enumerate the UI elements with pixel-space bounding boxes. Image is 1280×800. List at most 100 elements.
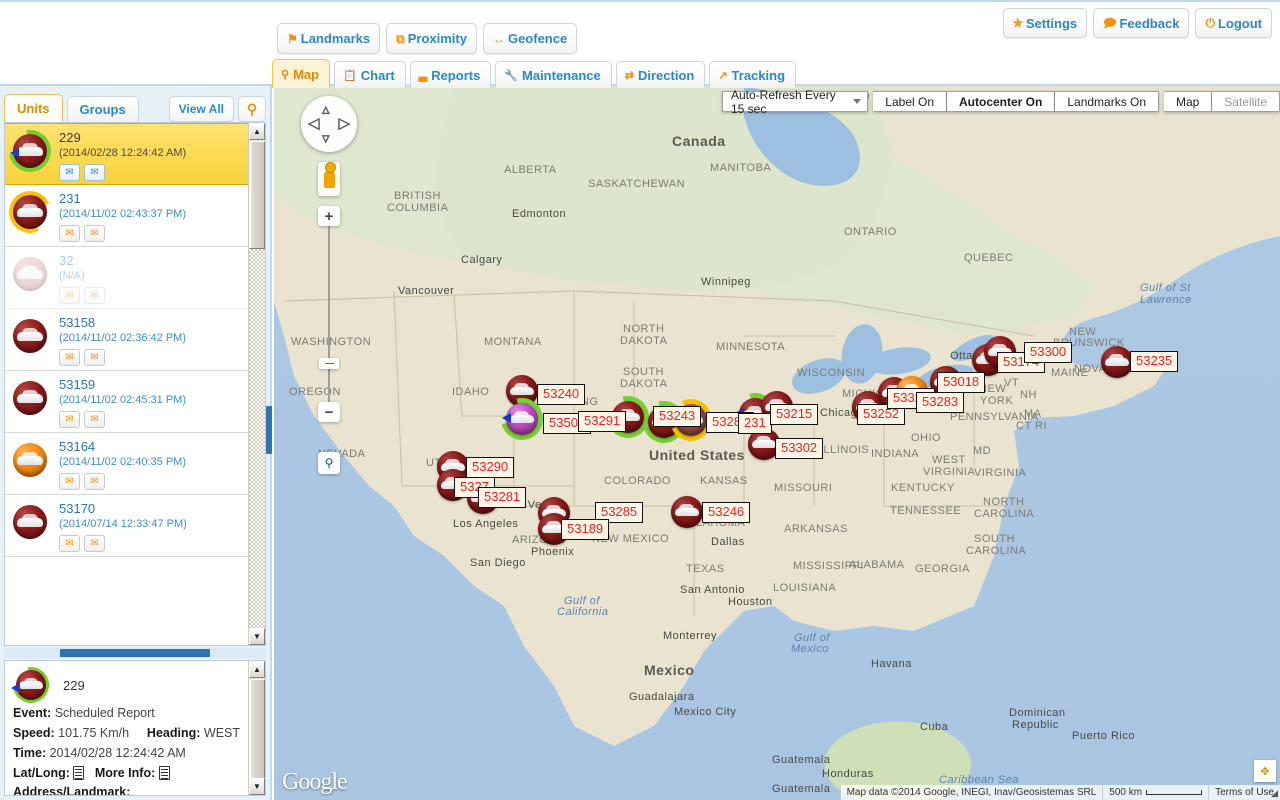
proximity-button[interactable]: ⧉ Proximity xyxy=(386,23,477,54)
detail-address-label: Address/Landmark: xyxy=(13,785,130,796)
unit-name: 32 xyxy=(59,251,242,269)
scroll-thumb[interactable] xyxy=(249,141,265,249)
unit-list-item[interactable]: 231(2014/11/02 02:43:37 PM)✉✉ xyxy=(5,185,248,247)
feedback-button[interactable]: 🗩 Feedback xyxy=(1093,8,1189,38)
scroll-down-arrow-icon[interactable]: ▼ xyxy=(249,628,265,645)
map-unit-marker-label[interactable]: 53189 xyxy=(561,519,609,540)
pan-down-icon[interactable]: ▿ xyxy=(322,131,330,146)
unit-message-button[interactable]: ✉ xyxy=(84,349,105,366)
unit-message-button[interactable]: ✉ xyxy=(84,411,105,428)
map-unit-marker-label[interactable]: 53290 xyxy=(466,457,514,478)
detail-scroll-up-arrow-icon[interactable]: ▲ xyxy=(249,661,265,678)
map-scale: 500 km xyxy=(1102,785,1208,800)
more-info-note-icon[interactable] xyxy=(159,766,170,780)
pan-up-icon[interactable]: ▵ xyxy=(322,102,330,117)
unit-locate-button[interactable]: ✉ xyxy=(59,225,80,242)
zoom-in-button[interactable]: + xyxy=(318,206,340,226)
detail-scroll-down-arrow-icon[interactable]: ▼ xyxy=(249,778,265,795)
zoom-out-button[interactable]: − xyxy=(318,402,340,422)
unit-list-item[interactable]: 53158(2014/11/02 02:36:42 PM)✉✉ xyxy=(5,309,248,371)
geofence-button[interactable]: ↔ Geofence xyxy=(483,23,577,54)
zoom-slider-handle[interactable] xyxy=(319,358,339,369)
street-view-pegman-icon[interactable] xyxy=(318,162,340,196)
map-unit-marker-label[interactable]: 53235 xyxy=(1130,351,1178,372)
map-unit-marker-label[interactable]: 53240 xyxy=(537,384,585,405)
latlong-note-icon[interactable] xyxy=(73,766,84,780)
unit-list[interactable]: 229(2014/02/28 12:24:42 AM)✉✉231(2014/11… xyxy=(5,123,248,645)
horizontal-splitter-grip[interactable] xyxy=(60,649,210,657)
map-unit-marker-label[interactable]: 53243 xyxy=(653,406,701,427)
unit-locate-button[interactable]: ✉ xyxy=(59,411,80,428)
auto-refresh-select[interactable]: Auto-Refresh Every 15 sec xyxy=(722,91,868,112)
tab-direction[interactable]: ⇄ Direction xyxy=(616,61,706,88)
map-type-map-button[interactable]: Map xyxy=(1164,91,1212,112)
sidebar-tab-units[interactable]: Units xyxy=(4,94,63,122)
unit-message-button[interactable]: ✉ xyxy=(84,287,105,304)
map-unit-marker-label[interactable]: 53018 xyxy=(937,372,985,393)
search-icon: ⚲ xyxy=(247,102,257,116)
map-unit-marker-label[interactable]: 231 xyxy=(738,413,772,434)
tab-reports[interactable]: ▃ Reports xyxy=(410,61,492,88)
map-unit-marker[interactable] xyxy=(1101,346,1133,378)
map-geo-label: VT xyxy=(1004,377,1019,389)
unit-locate-button[interactable]: ✉ xyxy=(59,473,80,490)
map-unit-marker-label[interactable]: 53246 xyxy=(702,502,750,523)
label-toggle-button[interactable]: Label On xyxy=(873,91,947,112)
zoom-to-rectangle-button[interactable]: ⚲ xyxy=(318,452,340,474)
map-pan-control[interactable]: ▵ ▿ ◁ ▷ xyxy=(301,96,357,152)
tab-map[interactable]: ⚲ Map xyxy=(272,59,330,88)
unit-message-button[interactable]: ✉ xyxy=(84,535,105,552)
map-unit-marker-label[interactable]: 53302 xyxy=(775,438,823,459)
map-unit-marker-label[interactable]: 53283 xyxy=(916,392,964,413)
map-unit-marker-label[interactable]: 53291 xyxy=(578,411,626,432)
map-geo-label: Cuba xyxy=(920,721,948,733)
unit-locate-button[interactable]: ✉ xyxy=(59,535,80,552)
map-unit-marker-label[interactable]: 53300 xyxy=(1024,342,1072,363)
unit-message-button[interactable]: ✉ xyxy=(84,473,105,490)
unit-locate-button[interactable]: ✉ xyxy=(59,164,80,181)
zoom-slider-track[interactable] xyxy=(328,208,330,404)
map-expand-button[interactable]: ✥ xyxy=(1254,760,1276,782)
search-button[interactable]: ⚲ xyxy=(238,96,266,122)
map-unit-marker[interactable] xyxy=(671,496,703,528)
map-unit-marker-label[interactable]: 53215 xyxy=(770,404,818,425)
view-all-button[interactable]: View All xyxy=(169,96,234,122)
unit-list-scrollbar[interactable]: ▲ ▼ xyxy=(248,123,265,645)
logout-button[interactable]: ⏻ Logout xyxy=(1195,8,1272,38)
marker-heading-arrow-icon xyxy=(502,413,511,423)
tab-maintenance[interactable]: 🔧 Maintenance xyxy=(495,61,611,88)
sidebar-tab-groups[interactable]: Groups xyxy=(67,96,139,122)
map-unit-marker[interactable] xyxy=(506,403,538,435)
tab-tracking[interactable]: ↗ Tracking xyxy=(709,61,796,88)
bar-chart-icon: ▃ xyxy=(419,69,427,82)
resize-corner-icon[interactable]: ◢ xyxy=(1271,788,1278,799)
proximity-label: Proximity xyxy=(408,31,467,46)
unit-message-button[interactable]: ✉ xyxy=(84,225,105,242)
tab-chart-label: Chart xyxy=(361,68,395,83)
landmarks-toggle-button[interactable]: Landmarks On xyxy=(1055,91,1159,112)
pan-left-icon[interactable]: ◁ xyxy=(308,116,320,131)
map-unit-marker-label[interactable]: 53281 xyxy=(478,487,526,508)
unit-list-item[interactable]: 229(2014/02/28 12:24:42 AM)✉✉ xyxy=(5,123,248,185)
unit-list-item[interactable]: 53164(2014/11/02 02:40:35 PM)✉✉ xyxy=(5,433,248,495)
vertical-splitter-handle[interactable] xyxy=(266,406,272,454)
map-geo-label: Vancouver xyxy=(398,285,454,297)
detail-scrollbar[interactable]: ▲ ▼ xyxy=(248,661,265,795)
map-type-satellite-button[interactable]: Satellite xyxy=(1212,91,1280,112)
settings-label: Settings xyxy=(1026,16,1077,31)
terms-of-use-link[interactable]: Terms of Use xyxy=(1208,785,1280,800)
horizontal-splitter[interactable] xyxy=(4,648,266,658)
settings-button[interactable]: ✯ Settings xyxy=(1003,8,1087,38)
scroll-up-arrow-icon[interactable]: ▲ xyxy=(249,123,265,140)
unit-list-item[interactable]: 32(N/A)✉✉ xyxy=(5,247,248,309)
unit-locate-button[interactable]: ✉ xyxy=(59,349,80,366)
pan-right-icon[interactable]: ▷ xyxy=(338,116,350,131)
unit-list-item[interactable]: 53159(2014/11/02 02:45:31 PM)✉✉ xyxy=(5,371,248,433)
unit-message-button[interactable]: ✉ xyxy=(84,164,105,181)
unit-list-item[interactable]: 53170(2014/07/14 12:33:47 PM)✉✉ xyxy=(5,495,248,557)
autocenter-toggle-button[interactable]: Autocenter On xyxy=(947,91,1055,112)
tab-chart[interactable]: 📋 Chart xyxy=(334,61,406,88)
map-canvas[interactable]: CanadaUnited StatesMexicoALBERTASASKATCH… xyxy=(274,86,1280,800)
unit-locate-button[interactable]: ✉ xyxy=(59,287,80,304)
landmarks-button[interactable]: ⚑ Landmarks xyxy=(277,23,380,54)
